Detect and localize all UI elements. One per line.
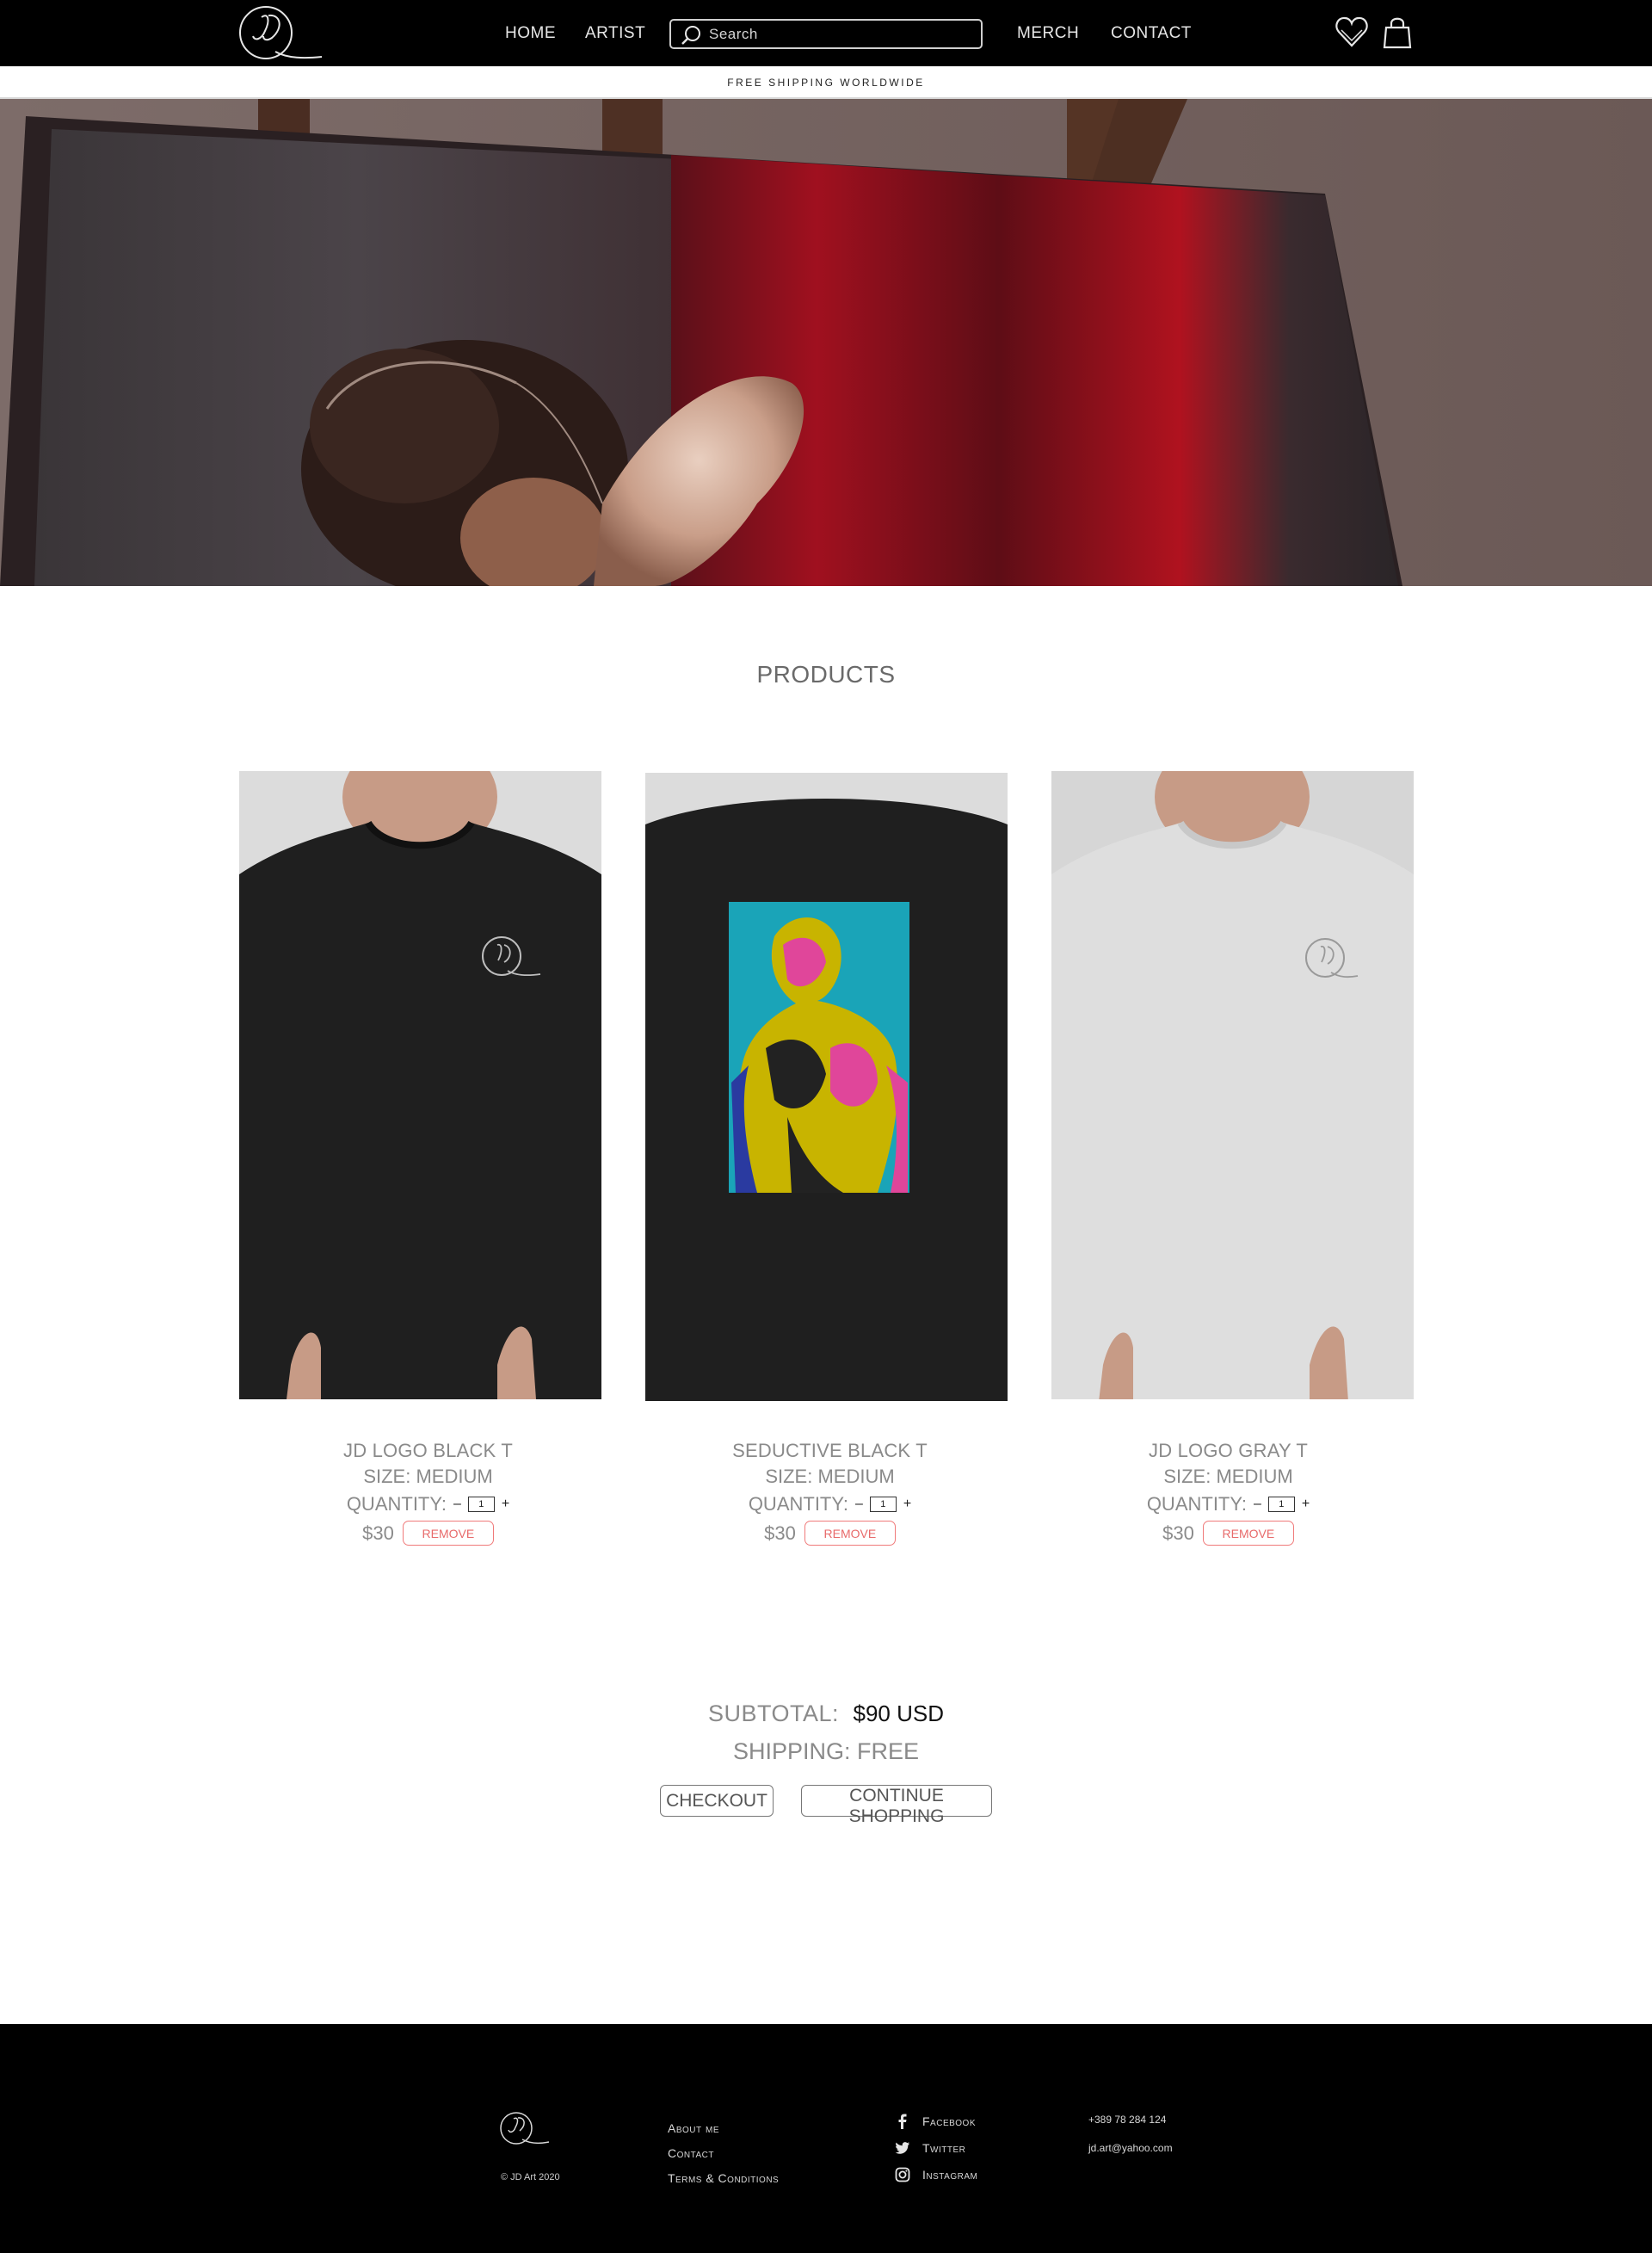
quantity-increase-button[interactable]: + xyxy=(903,1497,911,1512)
remove-button[interactable]: REMOVE xyxy=(1202,1521,1294,1546)
shipping-row: SHIPPING: FREE xyxy=(0,1738,1652,1765)
footer-link-contact[interactable]: Contact xyxy=(668,2146,714,2160)
quantity-input[interactable] xyxy=(467,1497,495,1512)
quantity-stepper: QUANTITY: – + xyxy=(247,1491,609,1517)
product-name: SEDUCTIVE BLACK T xyxy=(732,1440,928,1461)
continue-shopping-button[interactable]: CONTINUE SHOPPING xyxy=(801,1785,992,1826)
quantity-stepper: QUANTITY: – + xyxy=(649,1491,1011,1517)
quantity-decrease-button[interactable]: – xyxy=(453,1497,461,1512)
nav-artist[interactable]: ARTIST xyxy=(585,24,645,43)
product-info-jd-logo-gray-t: JD LOGO GRAY T SIZE: MEDIUM QUANTITY: – … xyxy=(1047,1440,1409,1546)
price-row: $30 REMOVE xyxy=(247,1521,609,1546)
footer-copyright: © JD Art 2020 xyxy=(501,2172,560,2182)
footer-email[interactable]: jd.art@yahoo.com xyxy=(1088,2142,1173,2154)
search-icon[interactable] xyxy=(681,24,703,46)
quantity-label: QUANTITY: xyxy=(1146,1493,1247,1515)
product-size: SIZE: MEDIUM xyxy=(765,1466,895,1487)
subtotal-value: $90 USD xyxy=(853,1701,945,1726)
search-bar[interactable] xyxy=(669,19,983,49)
gray-tshirt-illustration xyxy=(1051,771,1414,1399)
product-name: JD LOGO BLACK T xyxy=(343,1440,513,1461)
subtotal-label: SUBTOTAL: xyxy=(708,1701,840,1726)
shopping-bag-icon[interactable] xyxy=(1382,15,1413,50)
product-price: $30 xyxy=(1162,1522,1194,1544)
shipping-text: SHIPPING: FREE xyxy=(732,1738,920,1764)
quantity-input[interactable] xyxy=(1267,1497,1295,1512)
product-info-jd-logo-black-t: JD LOGO BLACK T SIZE: MEDIUM QUANTITY: –… xyxy=(247,1440,609,1546)
product-image-jd-logo-gray-t[interactable] xyxy=(1051,771,1414,1399)
remove-button[interactable]: REMOVE xyxy=(804,1521,896,1546)
footer-link-facebook[interactable]: Facebook xyxy=(895,2114,976,2129)
free-shipping-banner: FREE SHIPPING WORLDWIDE xyxy=(0,66,1652,99)
instagram-label: Instagram xyxy=(922,2168,978,2182)
price-row: $30 REMOVE xyxy=(1047,1521,1409,1546)
search-input[interactable] xyxy=(709,24,976,45)
nav-home[interactable]: HOME xyxy=(505,24,556,43)
facebook-label: Facebook xyxy=(922,2114,977,2128)
quantity-increase-button[interactable]: + xyxy=(1302,1497,1310,1512)
product-info-seductive-black-t: SEDUCTIVE BLACK T SIZE: MEDIUM QUANTITY:… xyxy=(649,1440,1011,1546)
products-section-title: PRODUCTS xyxy=(756,661,896,688)
quantity-stepper: QUANTITY: – + xyxy=(1047,1491,1409,1517)
hero-painting-illustration xyxy=(0,99,1652,586)
footer-link-instagram[interactable]: Instagram xyxy=(895,2167,977,2182)
remove-button[interactable]: REMOVE xyxy=(402,1521,494,1546)
free-shipping-text: FREE SHIPPING WORLDWIDE xyxy=(727,77,925,89)
twitter-label: Twitter xyxy=(922,2141,966,2155)
product-price: $30 xyxy=(764,1522,796,1544)
instagram-icon xyxy=(895,2167,910,2182)
quantity-decrease-button[interactable]: – xyxy=(1254,1497,1261,1512)
product-price: $30 xyxy=(362,1522,394,1544)
nav-merch[interactable]: MERCH xyxy=(1017,24,1079,43)
black-tshirt-illustration xyxy=(239,771,601,1399)
product-image-seductive-black-t[interactable] xyxy=(645,773,1008,1401)
footer-phone: +389 78 284 124 xyxy=(1088,2114,1167,2126)
seductive-print-artwork xyxy=(729,902,909,1193)
quantity-label: QUANTITY: xyxy=(748,1493,848,1515)
footer-link-about[interactable]: About me xyxy=(668,2121,719,2135)
quantity-decrease-button[interactable]: – xyxy=(855,1497,863,1512)
quantity-label: QUANTITY: xyxy=(346,1493,447,1515)
heart-wishlist-icon[interactable] xyxy=(1335,14,1369,50)
quantity-input[interactable] xyxy=(869,1497,897,1512)
twitter-icon xyxy=(895,2142,909,2154)
footer-link-terms[interactable]: Terms & Conditions xyxy=(668,2171,779,2185)
footer: © JD Art 2020 About me Contact Terms & C… xyxy=(0,2024,1652,2253)
black-tshirt-back-illustration xyxy=(645,773,1008,1401)
subtotal-row: SUBTOTAL: $90 USD xyxy=(0,1701,1652,1727)
jd-logo[interactable] xyxy=(236,2,325,64)
product-image-jd-logo-black-t[interactable] xyxy=(239,771,601,1399)
checkout-button[interactable]: CHECKOUT xyxy=(660,1785,774,1817)
facebook-icon xyxy=(898,2114,907,2129)
top-navigation-bar: HOME ARTIST MERCH CONTACT xyxy=(0,0,1652,66)
footer-link-twitter[interactable]: Twitter xyxy=(895,2140,965,2156)
product-name: JD LOGO GRAY T xyxy=(1149,1440,1308,1461)
product-size: SIZE: MEDIUM xyxy=(1163,1466,1293,1487)
footer-jd-logo[interactable] xyxy=(499,2110,551,2146)
hero-painting-image xyxy=(0,99,1652,586)
product-size: SIZE: MEDIUM xyxy=(363,1466,493,1487)
quantity-increase-button[interactable]: + xyxy=(502,1497,509,1512)
price-row: $30 REMOVE xyxy=(649,1521,1011,1546)
nav-contact[interactable]: CONTACT xyxy=(1111,24,1192,43)
